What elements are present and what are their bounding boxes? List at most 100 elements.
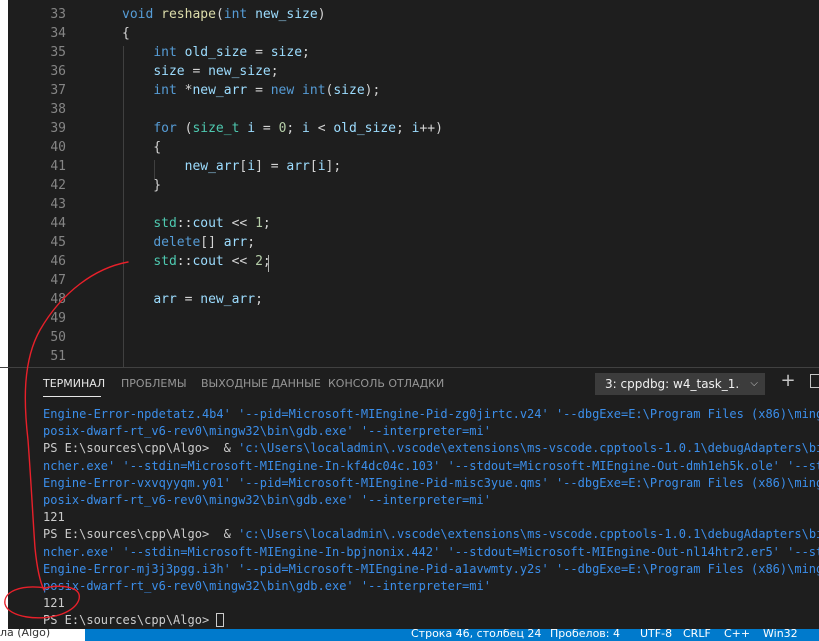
split-terminal-icon[interactable] [810,374,819,388]
code-token: ]; [325,159,342,174]
line-number[interactable]: 47 [30,271,66,290]
line-number[interactable]: 45 [30,233,66,252]
code-token: cout [192,216,224,231]
line-number[interactable]: 36 [30,62,66,81]
code-text: std::cout << 1; [122,214,270,233]
new-terminal-button[interactable]: + [779,371,797,391]
status-platform[interactable]: Win32 [763,629,798,640]
line-number[interactable]: 50 [30,328,66,347]
code-token: i [302,121,310,136]
line-number[interactable]: 39 [30,119,66,138]
line-number[interactable]: 46 [30,252,66,271]
line-number[interactable]: 37 [30,81,66,100]
status-language[interactable]: C++ [724,629,750,640]
tab-output[interactable]: ВЫХОДНЫЕ ДАННЫЕ [201,377,321,390]
code-text: int *new_arr = new int(size); [122,81,380,100]
code-token: size [333,83,365,98]
code-token: * [176,83,193,98]
code-token: = [247,83,271,98]
terminal-line: Engine-Error-vxvqyyqm.y01' '--pid=Micros… [43,475,819,492]
code-editor[interactable]: 33 void reshape(int new_size) 34{35 int ol… [0,0,819,367]
line-number[interactable]: 43 [30,195,66,214]
code-token: new_arr [192,83,248,98]
terminal-output[interactable]: Engine-Error-npdetatz.4b4' '--pid=Micros… [43,406,819,628]
terminal-line: posix-dwarf-rt_v6-rev0\mingw32\bin\gdb.e… [43,492,819,509]
code-token: = [176,292,201,307]
code-token: size [270,45,303,60]
code-token: [] [200,235,224,250]
code-token: } [122,178,162,193]
line-number[interactable]: 48 [30,290,66,309]
line-number[interactable]: 34 [30,24,66,43]
status-eol[interactable]: CRLF [683,629,711,640]
terminal-text: ncher.exe' '--stdin=Microsoft-MIEngine-I… [43,544,819,559]
code-token: new_size [255,7,318,22]
status-workspace: ла (Algo) [0,629,51,639]
terminal-prompt: PS E:\sources\cpp\Algo> & [43,527,239,542]
code-token: int [302,83,326,98]
status-indentation[interactable]: Пробелов: 4 [550,629,620,640]
code-token: int [153,45,177,60]
code-text: size = new_size; [122,62,279,81]
code-token: int [223,7,248,22]
code-token: = [255,121,279,136]
line-number[interactable]: 49 [30,309,66,328]
terminal-line: PS E:\sources\cpp\Algo> [43,612,819,628]
code-token: for [153,121,177,136]
status-encoding[interactable]: UTF-8 [640,629,672,640]
tab-terminal[interactable]: ТЕРМИНАЛ [43,377,105,390]
code-text: std::cout << 2; [122,252,271,271]
terminal-line: posix-dwarf-rt_v6-rev0\mingw32\bin\gdb.e… [43,423,819,440]
code-token: size_t [192,121,240,136]
line-number[interactable]: 42 [30,176,66,195]
tab-problems[interactable]: ПРОБЛЕМЫ [121,377,187,390]
code-token: :: [176,216,193,231]
tab-debug-console[interactable]: КОНСОЛЬ ОТЛАДКИ [328,377,444,390]
terminal-text: 121 [43,596,65,611]
line-number[interactable]: 38 [30,100,66,119]
code-token: ; [262,254,271,269]
terminal-command: 'c:\Users\localadmin\.vscode\extensions\… [238,441,819,456]
status-cursor-position[interactable]: Строка 46, столбец 24 [411,629,541,640]
code-token: 2 [255,254,263,269]
line-number[interactable]: 51 [30,347,66,366]
code-token: std [153,254,177,269]
code-token: ); [364,83,381,98]
terminal-text: posix-dwarf-rt_v6-rev0\mingw32\bin\gdb.e… [43,492,491,507]
status-left[interactable]: ла (Algo) [0,629,85,641]
code-token: = [247,45,271,60]
status-bar: ла (Algo) Строка 46, столбец 24 Пробелов… [0,629,819,641]
code-token: ; [395,121,412,136]
line-number[interactable]: 40 [30,138,66,157]
terminal-text: posix-dwarf-rt_v6-rev0\mingw32\bin\gdb.e… [43,424,491,439]
terminal-line: PS E:\sources\cpp\Algo> & 'c:\Users\loca… [43,440,819,457]
code-token: 1 [255,216,263,231]
terminal-select[interactable]: 3: cppdbg: w4_task_1.exe ⌵ [595,373,765,395]
line-number[interactable]: 44 [30,214,66,233]
panel-tabs: ТЕРМИНАЛ ПРОБЛЕМЫ ВЫХОДНЫЕ ДАННЫЕ КОНСОЛ… [0,368,819,400]
line-number[interactable]: 35 [30,43,66,62]
bottom-panel: ТЕРМИНАЛ ПРОБЛЕМЫ ВЫХОДНЫЕ ДАННЫЕ КОНСОЛ… [0,367,819,630]
terminal-line: 121 [43,509,819,526]
line-number[interactable]: 41 [30,157,66,176]
code-token: ; [270,64,279,79]
code-token: reshape [161,7,216,22]
text-cursor [268,255,269,272]
code-token: arr [223,235,248,250]
line-number[interactable]: 33 [30,5,66,24]
code-token: new [270,83,295,98]
code-text: } [122,176,161,195]
code-text: for (size_t i = 0; i < old_size; i++) [122,119,443,138]
code-token: ( [176,121,193,136]
terminal-cursor [216,613,225,628]
terminal-line: ncher.exe' '--stdin=Microsoft-MIEngine-I… [43,544,819,561]
code-token: old_size [184,45,248,60]
terminal-text: Engine-Error-vxvqyyqm.y01' '--pid=Micros… [43,475,819,490]
code-token: ; [247,235,256,250]
